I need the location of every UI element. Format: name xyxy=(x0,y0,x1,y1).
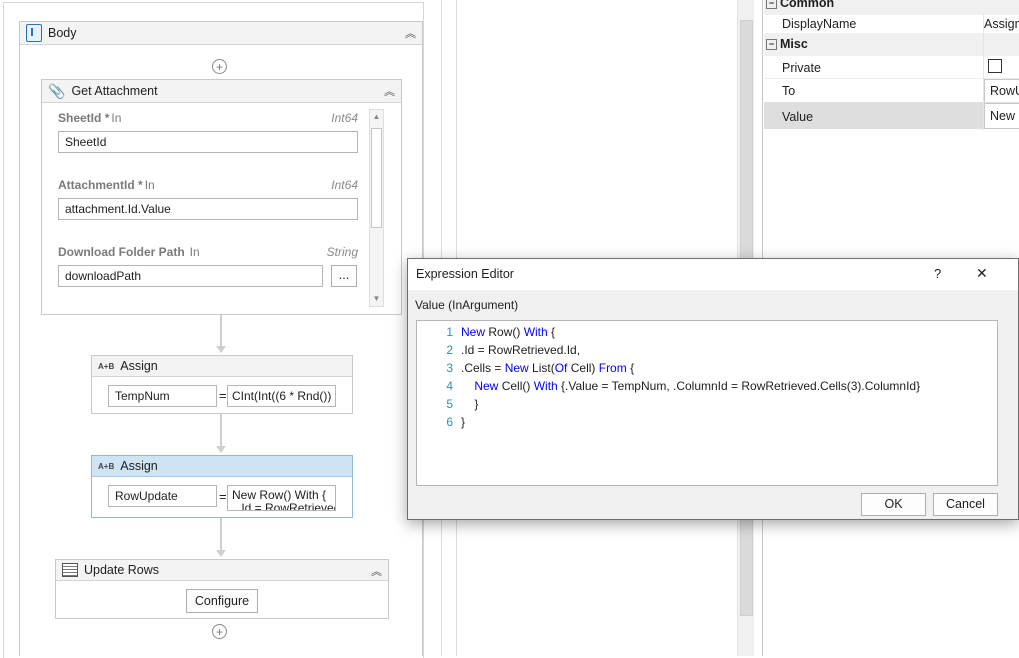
assign-header[interactable]: A+B Assign xyxy=(92,456,352,477)
code-text: .Cells = New List(Of Cell) From { xyxy=(461,361,635,375)
body-header[interactable]: Body ︽ xyxy=(20,22,422,45)
expression-editor-dialog: Expression Editor ? ✕ Value (InArgument)… xyxy=(407,258,1019,520)
minus-box-icon[interactable]: − xyxy=(766,39,777,50)
download-folder-input[interactable]: downloadPath xyxy=(58,265,323,287)
equals-sign: = xyxy=(219,489,227,504)
prop-private[interactable]: Private xyxy=(764,56,1019,79)
assign-title: Assign xyxy=(120,359,158,373)
assign-icon: A+B xyxy=(98,461,115,471)
assign-value-input[interactable]: CInt(Int((6 * Rnd()) xyxy=(227,385,336,407)
scrollbar-thumb[interactable] xyxy=(371,128,382,228)
line-number: 2 xyxy=(446,343,453,357)
assign-activity-2[interactable]: A+B Assign RowUpdate = New Row() With { … xyxy=(91,455,353,518)
cancel-button[interactable]: Cancel xyxy=(933,493,998,516)
line-number: 3 xyxy=(446,361,453,375)
line-number: 5 xyxy=(446,397,453,411)
browse-button[interactable]: ... xyxy=(331,265,357,287)
value-input[interactable]: New Row xyxy=(984,103,1019,129)
code-text: .Id = RowRetrieved.Id, xyxy=(461,343,581,357)
update-rows-title: Update Rows xyxy=(84,563,160,577)
body-title: Body xyxy=(48,26,77,40)
private-checkbox[interactable] xyxy=(988,59,1002,73)
connector-line xyxy=(220,518,222,551)
collapse-icon[interactable]: ︽ xyxy=(384,83,395,99)
close-icon[interactable]: ✕ xyxy=(976,265,988,282)
get-attachment-title: Get Attachment xyxy=(71,84,158,98)
get-attachment-activity[interactable]: 📎 Get Attachment ︽ ▲ ▼ SheetId * In Int64… xyxy=(41,79,402,315)
code-text: } xyxy=(461,397,479,411)
minus-box-icon[interactable]: − xyxy=(766,0,777,9)
attachmentid-input[interactable]: attachment.Id.Value xyxy=(58,198,358,220)
dialog-title: Expression Editor xyxy=(416,267,514,281)
assign-title: Assign xyxy=(120,459,158,473)
scroll-up-icon[interactable]: ▲ xyxy=(370,110,383,124)
line-number: 6 xyxy=(446,415,453,429)
prop-to[interactable]: To RowUpdate xyxy=(764,78,1019,103)
collapse-icon[interactable]: ︽ xyxy=(405,25,416,41)
line-number: 4 xyxy=(446,379,453,393)
field-label-download-folder: Download Folder Path In xyxy=(58,245,200,259)
table-icon xyxy=(62,563,78,577)
line-number: 1 xyxy=(446,325,453,339)
update-rows-activity[interactable]: Update Rows ︽ Configure xyxy=(55,559,389,619)
assign-to-input[interactable]: TempNum xyxy=(108,385,217,407)
field-label-sheetid: SheetId * In xyxy=(58,111,122,125)
property-name-column-divider xyxy=(983,14,984,130)
code-text: New Cell() With {.Value = TempNum, .Colu… xyxy=(474,379,921,393)
code-editor[interactable]: 1 New Row() With { 2 .Id = RowRetrieved.Id,… xyxy=(416,320,998,486)
equals-sign: = xyxy=(219,388,227,403)
connector-arrow xyxy=(216,550,226,557)
field-label-attachmentid: AttachmentId * In xyxy=(58,178,155,192)
assign-value-input[interactable]: New Row() With { .Id = RowRetrieved.Id, xyxy=(227,485,336,511)
connector-arrow xyxy=(216,446,226,453)
ok-button[interactable]: OK xyxy=(861,493,926,516)
code-text: } xyxy=(461,415,466,429)
dialog-subtitle: Value (InArgument) xyxy=(415,298,519,312)
field-type-sheetid: Int64 xyxy=(331,111,358,125)
displayname-input[interactable]: Assign xyxy=(984,17,1019,31)
sequence-icon xyxy=(26,24,42,42)
connector-line xyxy=(220,414,222,447)
assign-icon: A+B xyxy=(98,361,115,371)
sheetid-input[interactable]: SheetId xyxy=(58,131,358,153)
field-type-download-folder: String xyxy=(326,245,358,259)
prop-value[interactable]: Value New Row xyxy=(764,102,1019,129)
dialog-titlebar[interactable]: Expression Editor ? ✕ xyxy=(408,259,1018,290)
field-type-attachmentid: Int64 xyxy=(331,178,358,192)
configure-button[interactable]: Configure xyxy=(186,589,258,613)
add-activity-icon[interactable]: + xyxy=(212,624,227,639)
assign-to-input[interactable]: RowUpdate xyxy=(108,485,217,507)
scroll-down-icon[interactable]: ▼ xyxy=(370,292,383,306)
add-activity-icon[interactable]: + xyxy=(212,59,227,74)
collapse-icon[interactable]: ︽ xyxy=(371,563,382,579)
misc-category[interactable]: − Misc xyxy=(764,33,1019,56)
connector-arrow xyxy=(216,346,226,353)
paperclip-icon: 📎 xyxy=(48,82,66,99)
prop-displayname[interactable]: DisplayName Assign xyxy=(764,12,1019,35)
properties-scrollbar[interactable]: ▲ ▼ xyxy=(369,109,384,307)
to-input[interactable]: RowUpdate xyxy=(984,79,1019,103)
assign-header[interactable]: A+B Assign xyxy=(92,356,352,377)
connector-line xyxy=(220,315,222,347)
get-attachment-header[interactable]: 📎 Get Attachment ︽ xyxy=(42,80,401,103)
code-text: New Row() With { xyxy=(461,325,556,339)
update-rows-header[interactable]: Update Rows ︽ xyxy=(56,560,388,581)
help-icon[interactable]: ? xyxy=(934,266,941,281)
assign-activity-1[interactable]: A+B Assign TempNum = CInt(Int((6 * Rnd()… xyxy=(91,355,353,414)
value-line: .Id = RowRetrieved.Id, xyxy=(238,501,335,511)
